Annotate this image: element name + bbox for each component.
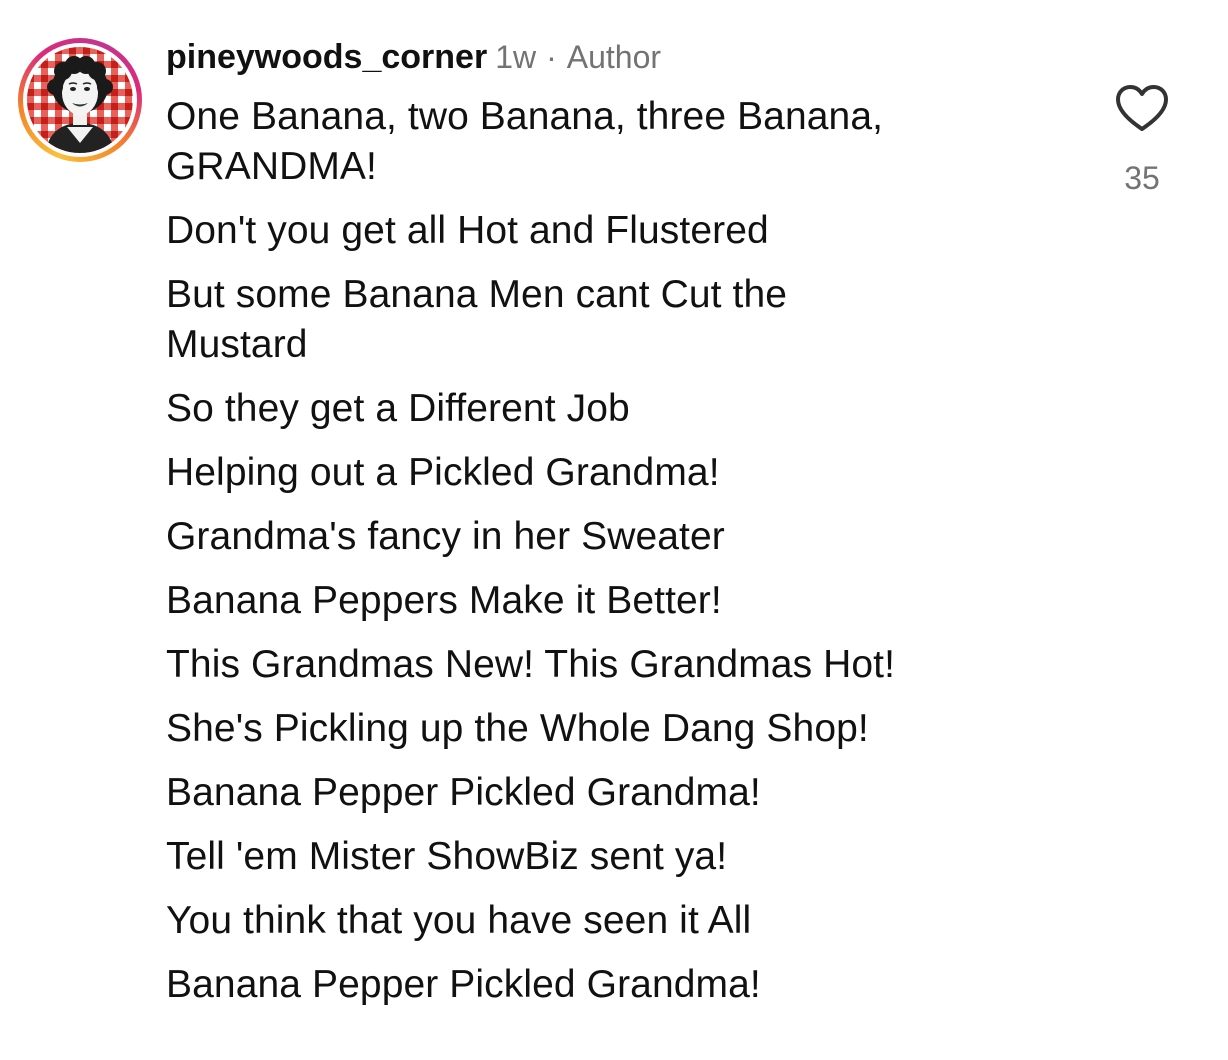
comment-header: pineywoods_corner 1w · Author bbox=[166, 38, 1066, 84]
like-button[interactable] bbox=[1114, 84, 1170, 132]
avatar-portrait-icon bbox=[27, 47, 133, 153]
avatar[interactable] bbox=[18, 38, 142, 162]
username-link[interactable]: pineywoods_corner bbox=[166, 38, 487, 77]
comment-line: Tell 'em Mister ShowBiz sent ya! bbox=[166, 835, 728, 878]
avatar-image bbox=[27, 47, 133, 153]
timestamp[interactable]: 1w bbox=[495, 39, 536, 76]
comment-text: One Banana, two Banana, three Banana, GR… bbox=[166, 92, 1066, 1010]
comment-line: So they get a Different Job bbox=[166, 387, 630, 430]
comment-line: Grandma's fancy in her Sweater bbox=[166, 515, 725, 558]
heart-outline-icon bbox=[1116, 85, 1168, 131]
comment-line: Banana Pepper Pickled Grandma! bbox=[166, 771, 761, 814]
author-badge: Author bbox=[566, 39, 662, 75]
comment-line: Don't you get all Hot and Flustered bbox=[166, 209, 769, 252]
comment-line: She's Pickling up the Whole Dang Shop! bbox=[166, 707, 869, 750]
comment-line: But some Banana Men cant Cut the Mustard bbox=[166, 273, 788, 366]
comment-body: pineywoods_corner 1w · Author One Banana… bbox=[166, 38, 1066, 1024]
avatar-ring-gap bbox=[23, 43, 137, 157]
separator-dot: · bbox=[546, 39, 557, 75]
comment-line: Banana Peppers Make it Better! bbox=[166, 579, 722, 622]
comment-line: This Grandmas New! This Grandmas Hot! bbox=[166, 643, 896, 686]
comment-line: Helping out a Pickled Grandma! bbox=[166, 451, 720, 494]
comment-line: You think that you have seen it All bbox=[166, 899, 752, 942]
comment-line: One Banana, two Banana, three Banana, GR… bbox=[166, 95, 884, 188]
comment: pineywoods_corner 1w · Author One Banana… bbox=[0, 0, 1228, 1060]
comment-line: Banana Pepper Pickled Grandma! bbox=[166, 963, 761, 1006]
like-count: 35 bbox=[1124, 160, 1160, 196]
